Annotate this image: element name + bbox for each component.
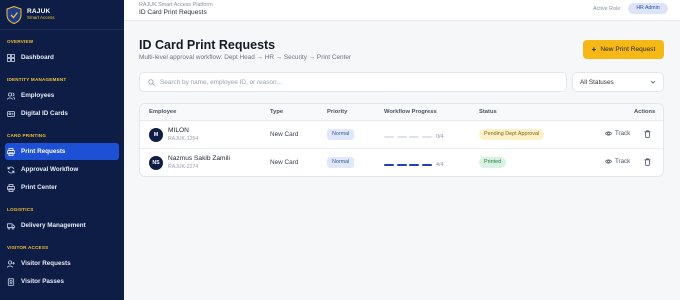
progress-step	[396, 135, 407, 139]
badge-icon	[7, 277, 15, 286]
progress-step	[396, 163, 407, 167]
sidebar-item-label: Dashboard	[21, 54, 54, 61]
avatar: M	[149, 128, 163, 142]
search-box[interactable]	[139, 72, 567, 92]
column-header-priority: Priority	[327, 109, 348, 115]
employee-id: RAJUK-1254	[168, 136, 199, 142]
priority-badge: Normal	[327, 129, 355, 140]
workflow-progress: 0/4	[384, 134, 444, 140]
request-type: New Card	[270, 159, 299, 166]
sidebar-item-print-center[interactable]: Print Center	[5, 179, 119, 196]
employee-name: MILON	[168, 127, 189, 134]
table-header: Employee Type Priority Workflow Progress…	[140, 104, 663, 121]
sidebar-item-label: Delivery Management	[21, 222, 86, 229]
sidebar-item-approval-workflow[interactable]: Approval Workflow	[5, 161, 119, 178]
requests-table: Employee Type Priority Workflow Progress…	[139, 103, 664, 177]
column-header-employee: Employee	[149, 109, 177, 115]
workflow-progress: 4/4	[384, 162, 444, 168]
track-button[interactable]: Track	[605, 130, 630, 137]
printer-icon	[7, 183, 15, 192]
status-badge: Printed	[479, 157, 507, 168]
progress-count: 4/4	[436, 162, 444, 168]
id-card-icon	[7, 110, 15, 118]
sidebar-item-label: Visitor Requests	[21, 260, 71, 267]
sidebar-item-label: Print Requests	[21, 148, 66, 155]
users-icon	[7, 91, 15, 100]
grid-icon	[7, 53, 15, 62]
track-label: Track	[615, 130, 631, 137]
page-title: ID Card Print Requests	[139, 38, 276, 52]
employee-id: RAJUK-2274	[168, 164, 199, 170]
truck-icon	[7, 222, 15, 230]
sidebar-item-visitor-passes[interactable]: Visitor Passes	[5, 273, 119, 290]
brand-title: RAJUK	[27, 8, 51, 15]
platform-name: RAJUK Smart Access Platform	[139, 2, 213, 8]
progress-step	[421, 163, 432, 167]
new-print-request-button[interactable]: + New Print Request	[583, 40, 664, 59]
status-badge: Pending Dept Approval	[479, 129, 545, 140]
sidebar-item-print-requests[interactable]: Print Requests	[5, 143, 119, 160]
column-header-status: Status	[479, 109, 497, 115]
brand[interactable]: RAJUK Smart Access	[0, 0, 124, 30]
sidebar-item-label: Print Center	[21, 184, 58, 191]
sidebar-item-visitor-requests[interactable]: Visitor Requests	[5, 255, 119, 272]
shield-logo-icon	[6, 5, 22, 24]
chevron-down-icon	[650, 80, 656, 84]
priority-badge: Normal	[327, 157, 355, 168]
eye-icon	[605, 131, 612, 136]
section-label-identity: IDENTITY MANAGEMENT	[7, 77, 67, 82]
column-header-workflow-progress: Workflow Progress	[384, 109, 437, 115]
table-row[interactable]: M MILON RAJUK-1254 New Card Normal 0/4 P…	[140, 121, 663, 149]
sidebar: RAJUK Smart Access OVERVIEW Dashboard ID…	[0, 0, 124, 300]
eye-icon	[605, 159, 612, 164]
sidebar-item-dashboard[interactable]: Dashboard	[5, 49, 119, 66]
active-role-label: Active Role:	[593, 6, 622, 12]
trash-icon[interactable]	[644, 158, 651, 166]
role-badge[interactable]: HR Admin	[628, 3, 668, 14]
sidebar-item-label: Digital ID Cards	[21, 110, 68, 117]
table-row[interactable]: NS Nazmus Sakib Zamili RAJUK-2274 New Ca…	[140, 149, 663, 176]
sidebar-item-employees[interactable]: Employees	[5, 87, 119, 104]
search-icon	[148, 78, 155, 86]
sidebar-item-label: Employees	[21, 92, 55, 99]
new-print-request-label: New Print Request	[600, 46, 656, 53]
progress-step	[421, 135, 432, 139]
track-label: Track	[615, 158, 631, 165]
plus-icon: +	[591, 45, 597, 54]
track-button[interactable]: Track	[605, 158, 630, 165]
progress-step	[409, 135, 419, 139]
section-label-card-printing: CARD PRINTING	[7, 133, 47, 138]
employee-name: Nazmus Sakib Zamili	[168, 155, 230, 162]
progress-step	[384, 163, 394, 167]
progress-count: 0/4	[436, 134, 444, 140]
column-header-type: Type	[270, 109, 284, 115]
breadcrumb: ID Card Print Requests	[139, 9, 207, 16]
sidebar-item-delivery-management[interactable]: Delivery Management	[5, 217, 119, 234]
progress-step	[409, 163, 419, 167]
refresh-icon	[7, 166, 15, 174]
sidebar-item-label: Visitor Passes	[21, 278, 64, 285]
sidebar-item-digital-id-cards[interactable]: Digital ID Cards	[5, 105, 119, 122]
column-header-actions: Actions	[634, 109, 656, 115]
status-filter-select[interactable]: All Statuses	[572, 72, 664, 92]
section-label-visitor-access: VISITOR ACCESS	[7, 245, 49, 250]
section-label-overview: OVERVIEW	[7, 39, 34, 44]
printer-icon	[7, 147, 15, 156]
avatar: NS	[149, 156, 163, 170]
brand-subtitle: Smart Access	[27, 15, 55, 20]
sidebar-item-label: Approval Workflow	[21, 166, 79, 173]
section-label-logistics: LOGISTICS	[7, 207, 34, 212]
search-input[interactable]	[160, 78, 560, 86]
request-type: New Card	[270, 131, 299, 138]
status-filter-value: All Statuses	[580, 78, 614, 86]
top-bar: RAJUK Smart Access Platform ID Card Prin…	[124, 0, 680, 21]
user-plus-icon	[7, 259, 15, 268]
page-subtitle: Multi-level approval workflow: Dept Head…	[139, 54, 352, 61]
trash-icon[interactable]	[644, 130, 651, 138]
progress-step	[384, 135, 394, 139]
